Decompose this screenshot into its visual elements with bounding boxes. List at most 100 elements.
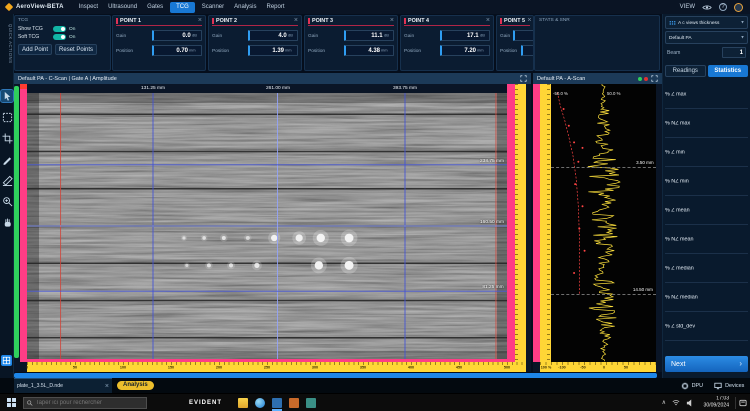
quick-actions-label: QUICK ACTIONS bbox=[2, 16, 12, 71]
evident-logo: EVIDENT bbox=[189, 400, 222, 406]
volume-icon[interactable] bbox=[686, 399, 693, 407]
reading-item[interactable]: % Z median bbox=[665, 254, 748, 283]
quick-actions-bar: QUICK ACTIONS bbox=[0, 14, 14, 378]
windows-start-icon[interactable] bbox=[7, 398, 16, 407]
close-icon[interactable]: × bbox=[198, 18, 202, 24]
tcg-panel-title: TCG bbox=[18, 18, 89, 23]
gain-field[interactable]: 11.1dB bbox=[344, 30, 394, 41]
ruler-tick-label: 250 bbox=[264, 366, 270, 370]
tool-list bbox=[0, 90, 14, 237]
position-field[interactable]: 1.39mm bbox=[248, 45, 298, 56]
expand-icon[interactable] bbox=[651, 75, 658, 82]
wifi-icon[interactable] bbox=[672, 399, 680, 406]
notification-icon[interactable] bbox=[735, 397, 747, 409]
scan-axis-cursor-label: 131.25 mm bbox=[141, 86, 165, 91]
close-icon[interactable]: × bbox=[105, 383, 109, 390]
browser-icon[interactable] bbox=[255, 398, 265, 408]
depth-marker: 14.50 mm bbox=[551, 294, 656, 295]
ascan-vertical-ruler[interactable] bbox=[540, 84, 550, 362]
cscan-horizontal-ruler[interactable]: 050100150200250300350400450500 bbox=[27, 362, 526, 372]
reading-item[interactable]: % NZ max bbox=[665, 109, 748, 138]
zoom-tool-icon[interactable] bbox=[1, 195, 13, 207]
gain-field[interactable] bbox=[513, 30, 534, 41]
taskbar-clock[interactable]: 17:03 30/09/2024 bbox=[703, 396, 729, 409]
next-button[interactable]: Next › bbox=[665, 356, 748, 372]
beam-value[interactable]: 1 bbox=[722, 47, 746, 58]
menu-report[interactable]: Report bbox=[262, 0, 290, 14]
tab-readings[interactable]: Readings bbox=[665, 65, 706, 77]
show-tcg-toggle[interactable] bbox=[53, 26, 66, 32]
ascan-view[interactable]: -50.0 % 50.0 % 3.50 mm14.50 mm 100 %-100… bbox=[533, 84, 662, 372]
file-explorer-icon[interactable] bbox=[238, 398, 248, 408]
close-icon[interactable]: × bbox=[390, 18, 394, 24]
ruler-tick-label: 400 bbox=[408, 366, 414, 370]
scan-axis-cursor-label: 393.75 mm bbox=[393, 86, 417, 91]
reading-item[interactable]: % Z mean bbox=[665, 196, 748, 225]
position-field[interactable]: 4.38mm bbox=[344, 45, 394, 56]
position-field[interactable]: 0.70mm bbox=[152, 45, 202, 56]
reading-item[interactable]: % Z std_dev bbox=[665, 312, 748, 341]
position-field[interactable] bbox=[521, 45, 534, 56]
point-accent bbox=[500, 18, 502, 24]
reset-points-button[interactable]: Reset Points bbox=[55, 44, 97, 55]
layout-icon[interactable] bbox=[1, 355, 12, 366]
reading-item[interactable]: % NZ mean bbox=[665, 225, 748, 254]
ascan-horizontal-ruler[interactable]: 100 %-100-50050 bbox=[540, 362, 656, 372]
grid-icon bbox=[669, 20, 676, 26]
help-icon[interactable]: ? bbox=[719, 3, 727, 11]
menu-analysis[interactable]: Analysis bbox=[229, 0, 261, 14]
point-header: POINT 5× bbox=[500, 18, 530, 26]
view-mode-select[interactable]: A c views thickness ▾ bbox=[665, 16, 748, 29]
gain-field[interactable]: 0.0dB bbox=[152, 30, 202, 41]
menu-inspect[interactable]: Inspect bbox=[74, 0, 103, 14]
select-tool-icon[interactable] bbox=[1, 111, 13, 123]
tray-chevron-icon[interactable]: ∧ bbox=[662, 400, 666, 406]
dpu-button[interactable]: DPU bbox=[681, 382, 704, 390]
cursor-tool-icon[interactable] bbox=[1, 90, 13, 102]
pa-select[interactable]: Default PA ▾ bbox=[665, 31, 748, 44]
add-point-button[interactable]: Add Point bbox=[18, 44, 52, 55]
gain-field[interactable]: 4.0dB bbox=[248, 30, 298, 41]
ascan-title: Default PA - A-Scan bbox=[537, 76, 585, 82]
aeroview-app-icon[interactable] bbox=[272, 398, 282, 408]
menu-gates[interactable]: Gates bbox=[142, 0, 168, 14]
devices-button[interactable]: Devices bbox=[714, 382, 745, 390]
close-icon[interactable]: × bbox=[486, 18, 490, 24]
eye-icon[interactable] bbox=[702, 4, 712, 11]
cscan-view[interactable]: 131.25 mm261.00 mm393.75 mm 238.75 mm160… bbox=[14, 84, 531, 372]
reading-item[interactable]: % Z min bbox=[665, 138, 748, 167]
reading-item[interactable]: % Z max bbox=[665, 80, 748, 109]
cscan-image[interactable]: 238.75 mm160.50 mm81.25 mm bbox=[27, 93, 507, 359]
avatar[interactable] bbox=[734, 3, 743, 12]
ascan-plot[interactable]: -50.0 % 50.0 % 3.50 mm14.50 mm bbox=[550, 84, 656, 362]
gain-label: Gain bbox=[404, 33, 414, 38]
tab-statistics[interactable]: Statistics bbox=[708, 65, 749, 77]
ruler-tick-label: 0 bbox=[26, 366, 28, 370]
crop-tool-icon[interactable] bbox=[1, 132, 13, 144]
soft-tcg-toggle[interactable] bbox=[53, 34, 66, 40]
search-input[interactable] bbox=[36, 400, 143, 406]
ruler-tick-label: 450 bbox=[456, 366, 462, 370]
menu-tcg[interactable]: TCG bbox=[170, 2, 195, 13]
ruler-tick-label: 100 bbox=[120, 366, 126, 370]
pan-tool-icon[interactable] bbox=[1, 216, 13, 228]
close-icon[interactable]: × bbox=[294, 18, 298, 24]
close-icon[interactable]: × bbox=[527, 18, 531, 24]
cscan-vertical-ruler[interactable] bbox=[515, 84, 526, 362]
position-field[interactable]: 7.20mm bbox=[440, 45, 490, 56]
expand-icon[interactable] bbox=[520, 75, 527, 82]
point-accent bbox=[116, 18, 118, 24]
taskbar-search[interactable] bbox=[23, 397, 147, 409]
draw-tool-icon[interactable] bbox=[1, 153, 13, 165]
erase-tool-icon[interactable] bbox=[1, 174, 13, 186]
stats-snr-panel: STATS & SNR bbox=[534, 15, 660, 71]
menu-ultrasound[interactable]: Ultrasound bbox=[103, 0, 142, 14]
app-icon[interactable] bbox=[306, 398, 316, 408]
menu-scanner[interactable]: Scanner bbox=[197, 0, 229, 14]
reading-item[interactable]: % NZ median bbox=[665, 283, 748, 312]
gain-field[interactable]: 17.1dB bbox=[440, 30, 490, 41]
amplitude-axis-label: 50 bbox=[624, 366, 628, 370]
app-icon[interactable] bbox=[289, 398, 299, 408]
reading-item[interactable]: % NZ min bbox=[665, 167, 748, 196]
file-tab[interactable]: plate_1_3.5L_D.nde × bbox=[14, 378, 112, 393]
